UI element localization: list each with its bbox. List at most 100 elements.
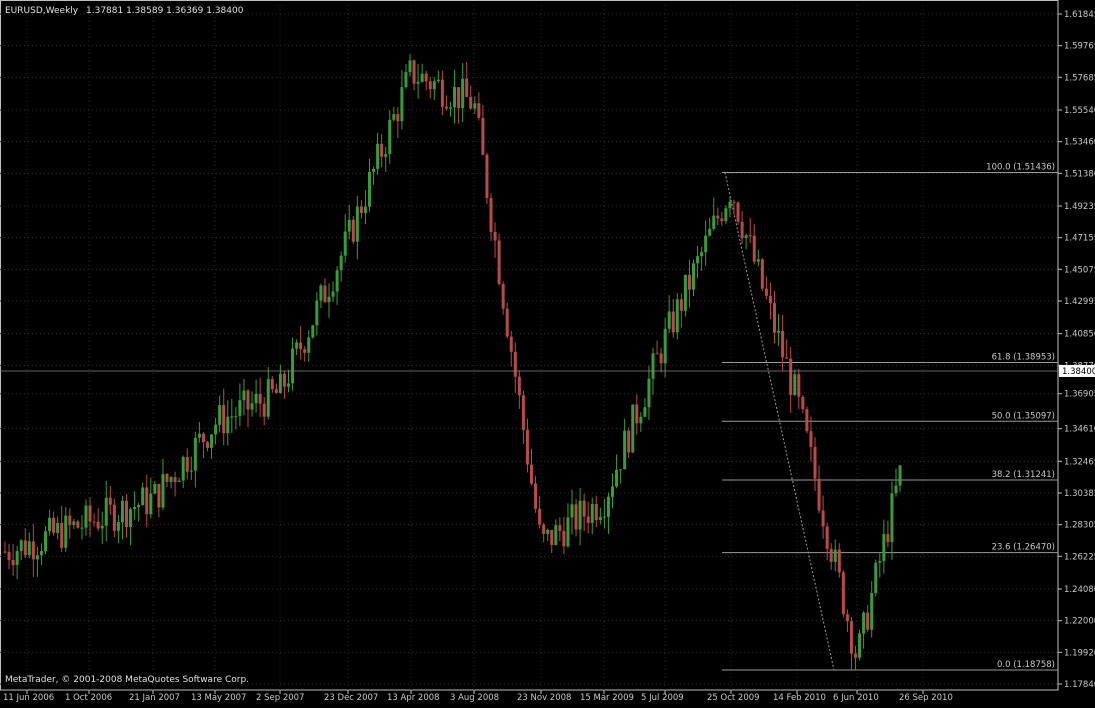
candle-body — [465, 78, 469, 97]
y-tick-label: 1.26225 — [1064, 552, 1095, 562]
candle-body — [359, 206, 363, 213]
candle-body — [744, 235, 748, 239]
candle-body — [679, 299, 683, 311]
candle-body — [3, 551, 7, 553]
candle-body — [416, 81, 420, 84]
candle-body — [299, 342, 303, 350]
candle-body — [574, 504, 578, 530]
candle-body — [52, 517, 56, 533]
y-tick-label: 1.55540 — [1064, 106, 1095, 116]
candle-body — [586, 516, 590, 523]
candle-body — [295, 342, 299, 349]
candle-body — [615, 469, 619, 487]
candle-body — [197, 433, 201, 438]
candle-body — [100, 525, 104, 529]
candle-body — [740, 221, 744, 239]
fibonacci-retracement[interactable]: 100.0 (1.51436) 61.8 (1.38953) 50.0 (1.350… — [722, 162, 1058, 671]
candle-body — [781, 330, 785, 358]
candle-body — [497, 240, 501, 285]
candle-body — [501, 284, 505, 309]
candle-body — [48, 517, 52, 532]
y-tick-label: 1.32465 — [1064, 457, 1095, 467]
y-tick-label: 1.24080 — [1064, 585, 1095, 595]
y-tick-label: 1.42995 — [1064, 297, 1095, 307]
candle-body — [841, 572, 845, 615]
y-tick-label: 1.45075 — [1064, 265, 1095, 275]
x-tick-label: 2 Sep 2007 — [256, 693, 304, 703]
y-tick-label: 1.40850 — [1064, 330, 1095, 340]
candle-body — [307, 337, 311, 353]
candle-body — [266, 379, 270, 417]
candle-body — [562, 530, 566, 547]
candle-body — [513, 351, 517, 377]
y-tick-label: 1.22000 — [1064, 617, 1095, 627]
candle-body — [550, 529, 554, 545]
y-tick-label: 1.34610 — [1064, 425, 1095, 435]
candle-body — [833, 549, 837, 562]
x-tick-label: 13 Apr 2008 — [387, 693, 440, 703]
candle-body — [319, 285, 323, 301]
candle-body — [384, 154, 388, 157]
candle-body — [643, 407, 647, 417]
chart-window[interactable]: 100.0 (1.51436) 61.8 (1.38953) 50.0 (1.350… — [0, 0, 1095, 704]
candle-body — [400, 87, 404, 122]
candle-body — [453, 87, 457, 108]
candle-body — [363, 206, 367, 213]
candle-body — [311, 325, 315, 338]
chart-grid — [0, 0, 1059, 691]
candle-body — [343, 231, 347, 256]
candle-body — [712, 215, 716, 229]
candle-body — [282, 373, 286, 387]
x-tick-label: 11 Jun 2006 — [3, 693, 54, 703]
candle-body — [408, 60, 412, 73]
candle-body — [720, 218, 724, 222]
candle-body — [19, 540, 23, 552]
candle-body — [315, 300, 319, 326]
candle-body — [878, 561, 882, 563]
x-tick-label: 13 May 2007 — [191, 693, 246, 703]
candle-body — [696, 256, 700, 264]
candle-body — [801, 396, 805, 410]
candle-body — [768, 295, 772, 304]
candle-body — [120, 500, 124, 523]
candle-body — [894, 485, 898, 494]
candle-body — [667, 311, 671, 329]
y-tick-label: 1.61845 — [1064, 10, 1095, 20]
candle-body — [457, 87, 461, 109]
candle-body — [793, 374, 797, 395]
candle-body — [623, 430, 627, 470]
candle-body — [274, 389, 278, 393]
candle-body — [420, 73, 424, 82]
candle-body — [368, 171, 371, 207]
candle-body — [635, 404, 639, 424]
candle-body — [505, 308, 509, 337]
candle-body — [201, 433, 205, 443]
candle-body — [27, 541, 31, 556]
candle-body — [882, 534, 886, 562]
fib-level-label: 23.6 (1.26470) — [992, 543, 1055, 553]
candle-body — [627, 430, 631, 453]
candle-body — [157, 484, 161, 508]
candle-body — [173, 477, 177, 482]
candle-body — [335, 270, 339, 292]
candle-body — [789, 358, 793, 395]
candle-body — [570, 504, 574, 518]
candle-body — [84, 505, 88, 528]
candle-body — [764, 288, 768, 296]
candle-body — [376, 143, 380, 169]
candle-body — [15, 551, 19, 565]
chart-frame — [0, 0, 1059, 691]
candle-body — [854, 653, 857, 658]
candle-body — [133, 507, 137, 510]
price-chart[interactable]: 100.0 (1.51436) 61.8 (1.38953) 50.0 (1.350… — [0, 0, 1095, 704]
x-tick-label: 25 Oct 2009 — [707, 693, 760, 703]
candle-body — [773, 303, 776, 333]
candle-body — [813, 446, 817, 479]
candle-body — [692, 263, 695, 290]
candle-body — [590, 503, 594, 523]
candle-body — [404, 72, 408, 88]
candle-body — [92, 521, 96, 523]
candle-body — [189, 470, 193, 472]
candle-body — [821, 510, 825, 527]
candle-body — [185, 457, 189, 472]
